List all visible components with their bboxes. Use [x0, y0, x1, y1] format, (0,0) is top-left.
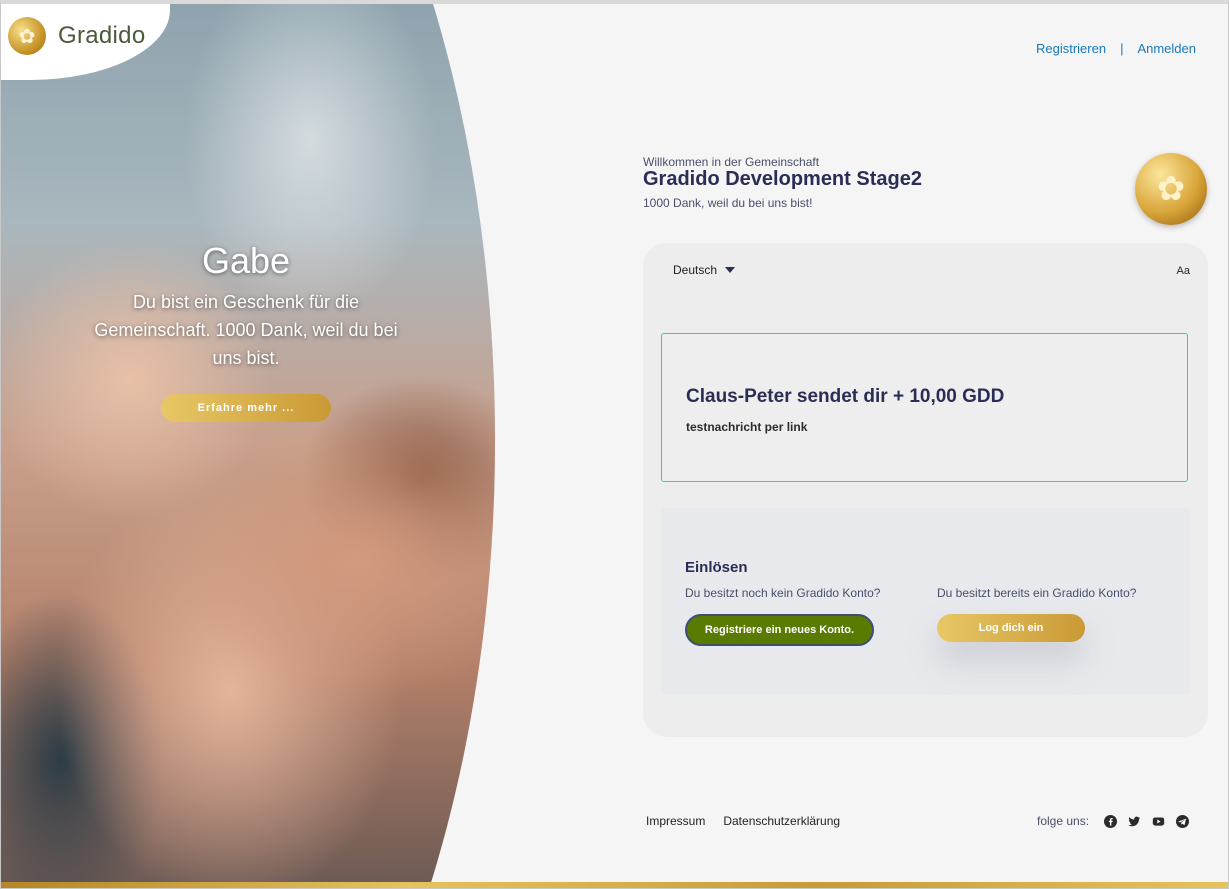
register-new-account-button[interactable]: Registriere ein neues Konto.	[685, 614, 874, 646]
learn-more-button[interactable]: Erfahre mehr ...	[161, 394, 331, 422]
hero-title: Gabe	[201, 240, 291, 281]
social-links: folge uns:	[1037, 814, 1190, 828]
impressum-link[interactable]: Impressum	[646, 814, 705, 828]
nav-separator: |	[1120, 41, 1124, 56]
welcome-label: Willkommen in der Gemeinschaft	[643, 155, 820, 169]
telegram-icon[interactable]	[1176, 814, 1190, 828]
nav-login-link[interactable]: Anmelden	[1137, 41, 1196, 56]
footer-links: Impressum Datenschutzerklärung	[646, 814, 858, 828]
redeem-section: Einlösen Du besitzt noch kein Gradido Ko…	[661, 508, 1190, 695]
twitter-icon[interactable]	[1128, 815, 1141, 828]
language-label: Deutsch	[673, 263, 718, 277]
top-nav: Registrieren | Anmelden	[1036, 41, 1196, 56]
transaction-memo: testnachricht per link	[686, 420, 808, 434]
youtube-icon[interactable]	[1152, 815, 1165, 828]
welcome-subtitle: 1000 Dank, weil du bei uns bist!	[643, 196, 813, 210]
hero-text: Du bist ein Geschenk für die Gemeinschaf…	[94, 292, 398, 368]
nav-register-link[interactable]: Registrieren	[1036, 41, 1106, 56]
gradido-coin-icon: ✿	[8, 17, 46, 55]
font-size-toggle[interactable]: Aa	[1177, 265, 1190, 277]
chevron-down-icon	[725, 267, 736, 273]
has-account-question: Du besitzt bereits ein Gradido Konto?	[937, 586, 1137, 600]
redeem-card: Deutsch Aa Claus-Peter sendet dir + 10,0…	[643, 243, 1208, 737]
login-button[interactable]: Log dich ein	[937, 614, 1085, 642]
no-account-question: Du besitzt noch kein Gradido Konto?	[685, 586, 881, 600]
language-selector[interactable]: Deutsch	[673, 263, 736, 277]
gradido-logo[interactable]: ✿ Gradido	[8, 17, 145, 55]
logo-text: Gradido	[58, 22, 146, 49]
follow-label: folge uns:	[1037, 814, 1090, 828]
facebook-icon[interactable]	[1104, 814, 1118, 828]
footer-gold-bar	[0, 882, 1229, 889]
transaction-message-box: Claus-Peter sendet dir + 10,00 GDD testn…	[661, 333, 1188, 482]
hero-image	[0, 0, 495, 889]
redeem-title: Einlösen	[685, 559, 748, 576]
transaction-title: Claus-Peter sendet dir + 10,00 GDD	[686, 386, 1005, 407]
community-title: Gradido Development Stage2	[643, 168, 922, 190]
privacy-link[interactable]: Datenschutzerklärung	[723, 814, 840, 828]
gradido-coin-icon: ✿	[1135, 153, 1207, 225]
